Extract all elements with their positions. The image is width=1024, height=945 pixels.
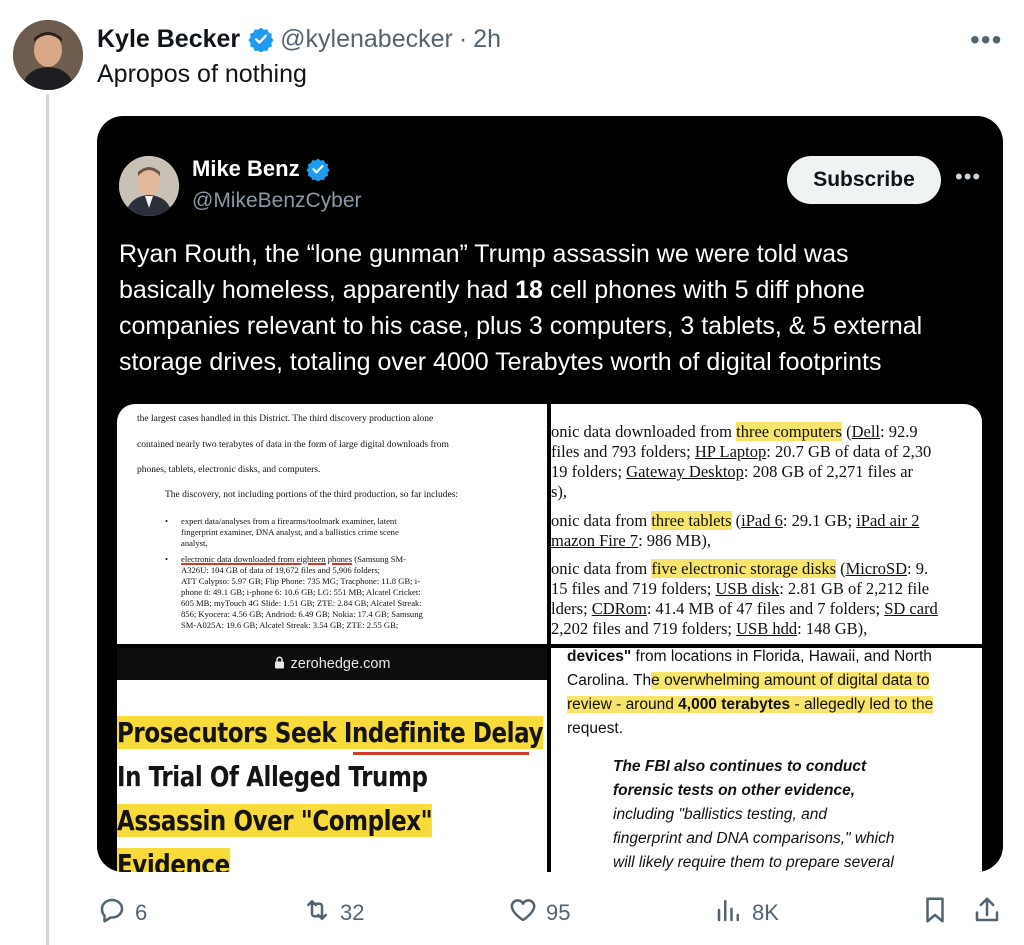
more-options-icon[interactable]: ••• — [970, 24, 1002, 56]
tweet-text: Apropos of nothing — [97, 60, 307, 88]
browser-address-bar: zerohedge.com — [117, 648, 547, 680]
tweet-header: Kyle Becker @kylenabecker · 2h — [97, 22, 501, 56]
headline-line: Prosecutors Seek Indefinite Delay — [117, 716, 544, 749]
like-button[interactable]: 95 — [508, 890, 570, 936]
embedded-author-name: Mike Benz — [192, 156, 336, 182]
embedded-text: Ryan Routh, the “lone gunman” Trump assa… — [119, 240, 923, 376]
author-handle[interactable]: @kylenabecker — [280, 25, 453, 54]
article-excerpt-panel: devices" from locations in Florida, Hawa… — [551, 648, 982, 872]
author-name[interactable]: Kyle Becker — [97, 25, 240, 54]
author-avatar[interactable] — [13, 20, 83, 90]
bookmark-button[interactable] — [920, 890, 958, 936]
headline-line: Evidence — [117, 848, 230, 872]
verified-badge-icon — [305, 157, 330, 182]
view-count: 8K — [752, 900, 779, 925]
reply-icon — [97, 895, 135, 931]
embedded-author-avatar — [119, 156, 179, 216]
heart-icon — [508, 895, 546, 931]
analytics-icon — [714, 895, 752, 931]
share-button[interactable] — [972, 890, 1010, 936]
media-collage: the largest cases handled in this Distri… — [117, 404, 982, 872]
verified-badge-icon — [248, 26, 274, 53]
reply-button[interactable]: 6 — [97, 890, 147, 936]
bookmark-icon — [920, 895, 958, 931]
views-button[interactable]: 8K — [714, 890, 779, 936]
share-icon — [972, 895, 1010, 931]
zerohedge-article-panel: zerohedge.com Prosecutors Seek Indefinit… — [117, 648, 547, 872]
thread-line — [46, 94, 49, 945]
repost-button[interactable]: 32 — [302, 890, 364, 936]
reply-count: 6 — [135, 900, 148, 925]
site-domain: zerohedge.com — [290, 656, 391, 672]
subscribe-button: Subscribe — [787, 156, 941, 204]
tweet-actions: 6 32 95 8K — [0, 890, 1024, 936]
repost-icon — [302, 895, 340, 931]
embedded-more-icon: ••• — [955, 164, 982, 189]
court-document-left: the largest cases handled in this Distri… — [117, 404, 547, 644]
lock-icon — [274, 656, 285, 673]
embedded-author-handle: @MikeBenzCyber — [192, 189, 362, 212]
headline-line: In Trial Of Alleged Trump — [117, 760, 428, 793]
like-count: 95 — [546, 900, 571, 925]
headline-underline — [353, 752, 529, 755]
headline-line: Assassin Over "Complex" — [117, 804, 433, 837]
separator-dot: · — [458, 24, 468, 53]
repost-count: 32 — [340, 900, 365, 925]
tweet-time[interactable]: 2h — [473, 25, 501, 54]
embedded-screenshot[interactable]: Mike Benz @MikeBenzCyber Subscribe ••• R… — [97, 116, 1003, 872]
court-document-right: onic data downloaded from three computer… — [551, 404, 982, 644]
